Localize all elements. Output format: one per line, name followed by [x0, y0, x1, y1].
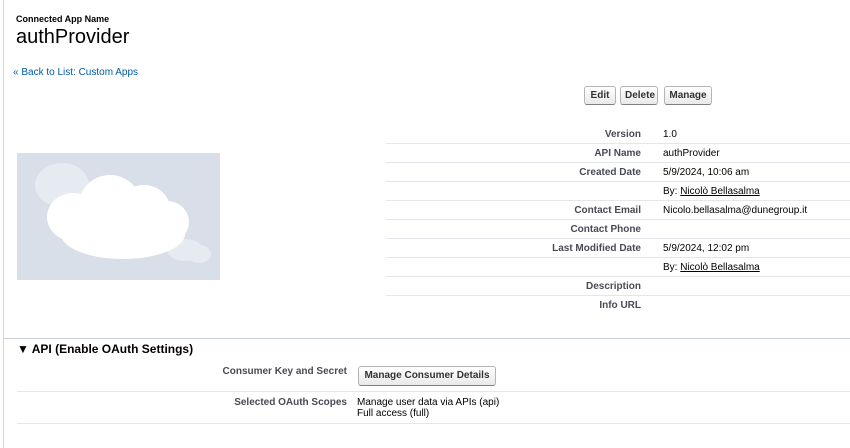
detail-row-version: Version 1.0 [386, 126, 850, 144]
page-title: authProvider [16, 26, 130, 48]
detail-row-api-name: API Name authProvider [386, 145, 850, 163]
detail-row-modified-by: By: Nicolò Bellasalma [386, 259, 850, 277]
api-name-label: API Name [594, 148, 641, 159]
contact-email-value: Nicolo.bellasalma@dunegroup.it [663, 205, 808, 216]
modified-by: By: Nicolò Bellasalma [663, 262, 760, 273]
last-modified-value: 5/9/2024, 12:02 pm [663, 243, 750, 254]
left-border [3, 0, 4, 448]
detail-row-contact-email: Contact Email Nicolo.bellasalma@dunegrou… [386, 202, 850, 220]
edit-button[interactable]: Edit [584, 86, 616, 105]
consumer-key-label: Consumer Key and Secret [222, 366, 348, 377]
app-logo [17, 153, 220, 280]
last-modified-label: Last Modified Date [552, 243, 641, 254]
app-name-label: Connected App Name [16, 14, 110, 24]
oauth-scopes-label: Selected OAuth Scopes [234, 397, 347, 408]
created-by: By: Nicolò Bellasalma [663, 186, 760, 197]
created-date-label: Created Date [579, 167, 641, 178]
info-url-label: Info URL [599, 300, 641, 311]
description-label: Description [585, 281, 641, 292]
row-divider [17, 423, 850, 424]
api-section-header[interactable]: ▼ API (Enable OAuth Settings) [17, 342, 193, 356]
detail-row-contact-phone: Contact Phone [386, 221, 850, 239]
detail-row-created-date: Created Date 5/9/2024, 10:06 am [386, 164, 850, 182]
section-divider [3, 338, 850, 339]
contact-phone-label: Contact Phone [570, 224, 641, 235]
detail-row-description: Description [386, 278, 850, 296]
api-name-value: authProvider [663, 148, 720, 159]
back-to-list-link[interactable]: « Back to List: Custom Apps [13, 67, 138, 78]
detail-row-last-modified: Last Modified Date 5/9/2024, 12:02 pm [386, 240, 850, 258]
created-by-prefix: By: [663, 186, 678, 197]
scope-item: Manage user data via APIs (api) [357, 397, 500, 408]
detail-row-created-by: By: Nicolò Bellasalma [386, 183, 850, 201]
modified-by-prefix: By: [663, 262, 678, 273]
detail-row-info-url: Info URL [386, 297, 850, 315]
row-divider [17, 391, 850, 392]
modified-by-user-link[interactable]: Nicolò Bellasalma [680, 262, 759, 273]
oauth-scopes-list: Manage user data via APIs (api) Full acc… [357, 397, 499, 419]
version-label: Version [604, 129, 641, 140]
version-value: 1.0 [663, 129, 677, 140]
manage-button[interactable]: Manage [664, 86, 712, 105]
created-by-user-link[interactable]: Nicolò Bellasalma [680, 186, 759, 197]
created-date-value: 5/9/2024, 10:06 am [663, 167, 750, 178]
scope-item: Full access (full) [357, 408, 430, 419]
delete-button[interactable]: Delete [620, 86, 658, 105]
contact-email-label: Contact Email [574, 205, 641, 216]
manage-consumer-details-button[interactable]: Manage Consumer Details [358, 366, 496, 386]
